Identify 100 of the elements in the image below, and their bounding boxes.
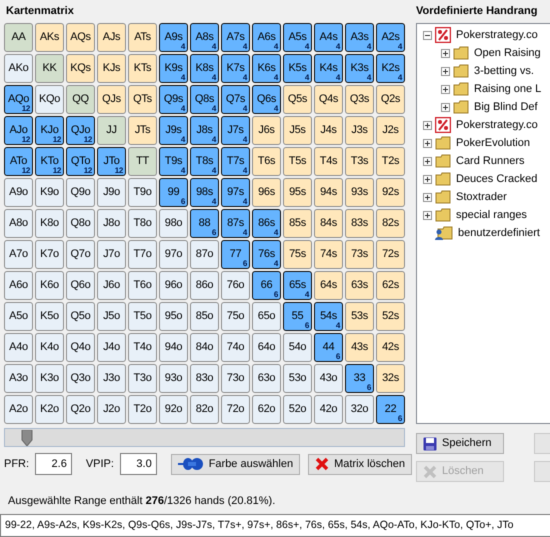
hand-cell[interactable]: 44 6 — [314, 333, 343, 362]
hand-cell[interactable]: T2s — [376, 147, 405, 176]
hand-cell[interactable]: 74o — [221, 333, 250, 362]
hand-cell[interactable]: J2o — [97, 395, 126, 424]
hand-cell[interactable]: 96o — [159, 271, 188, 300]
clear-button[interactable]: Matrix löschen — [308, 454, 412, 474]
hand-cell[interactable]: 73s — [345, 240, 374, 269]
hand-cell[interactable]: 63o — [252, 364, 281, 393]
hand-cell[interactable]: 62o — [252, 395, 281, 424]
tree-item[interactable]: Open Raising — [474, 44, 541, 62]
hand-cell[interactable]: ATo 12 — [4, 147, 33, 176]
hand-cell[interactable]: T3s — [345, 147, 374, 176]
hand-cell[interactable]: 64o — [252, 333, 281, 362]
hand-cell[interactable]: T5o — [128, 302, 157, 331]
hand-cell[interactable]: 72o — [221, 395, 250, 424]
hand-cell[interactable]: J2s — [376, 116, 405, 145]
hand-cell[interactable]: 66 6 — [252, 271, 281, 300]
hand-cell[interactable]: 77 6 — [221, 240, 250, 269]
hand-cell[interactable]: A7s 4 — [221, 23, 250, 52]
hand-cell[interactable]: 65o — [252, 302, 281, 331]
hand-cell[interactable]: 76s 4 — [252, 240, 281, 269]
hand-cell[interactable]: 96s — [252, 178, 281, 207]
expand-toggle[interactable] — [423, 138, 432, 148]
hand-cell[interactable]: 52o — [283, 395, 312, 424]
hand-cell[interactable]: ATs — [128, 23, 157, 52]
expand-toggle[interactable] — [423, 156, 432, 166]
hand-cell[interactable]: JTo 12 — [97, 147, 126, 176]
hand-cell[interactable]: J9s 4 — [159, 116, 188, 145]
hand-cell[interactable]: 92s — [376, 178, 405, 207]
hand-cell[interactable]: AJo 12 — [4, 116, 33, 145]
expand-toggle[interactable] — [423, 120, 432, 130]
tree-item[interactable]: Pokerstrategy.co — [456, 26, 538, 44]
hand-cell[interactable]: Q5o — [66, 302, 95, 331]
hand-cell[interactable]: J6o — [97, 271, 126, 300]
hand-cell[interactable]: 95o — [159, 302, 188, 331]
hand-cell[interactable]: K5s 4 — [283, 54, 312, 83]
hand-cell[interactable]: AKo — [4, 54, 33, 83]
hand-cell[interactable]: AQs — [66, 23, 95, 52]
hand-cell[interactable]: 98o — [159, 209, 188, 238]
hand-cell[interactable]: J7s 4 — [221, 116, 250, 145]
hand-cell[interactable]: J9o — [97, 178, 126, 207]
hand-cell[interactable]: K7s 4 — [221, 54, 250, 83]
hand-cell[interactable]: A2s 4 — [376, 23, 405, 52]
hand-cell[interactable]: 74s — [314, 240, 343, 269]
hand-cell[interactable]: 54o — [283, 333, 312, 362]
hand-cell[interactable]: QQ — [66, 85, 95, 114]
input-field[interactable]: 3.0 — [120, 453, 157, 475]
hand-cell[interactable]: 93s — [345, 178, 374, 207]
tree-item[interactable]: Stoxtrader — [456, 188, 507, 206]
expand-toggle[interactable] — [441, 102, 450, 112]
hand-cell[interactable]: 82o — [190, 395, 219, 424]
hand-cell[interactable]: 43o — [314, 364, 343, 393]
hand-cell[interactable]: AQo 12 — [4, 85, 33, 114]
expand-toggle[interactable] — [423, 174, 432, 184]
hand-cell[interactable]: 73o — [221, 364, 250, 393]
hand-cell[interactable]: KQs — [66, 54, 95, 83]
hand-cell[interactable]: 64s — [314, 271, 343, 300]
hand-cell[interactable]: 85o — [190, 302, 219, 331]
hand-cell[interactable]: 94s — [314, 178, 343, 207]
hand-cell[interactable]: 83o — [190, 364, 219, 393]
hand-cell[interactable]: J4o — [97, 333, 126, 362]
hand-cell[interactable]: K2s 4 — [376, 54, 405, 83]
hand-cell[interactable]: KJs — [97, 54, 126, 83]
hand-cell[interactable]: Q3s — [345, 85, 374, 114]
expand-toggle[interactable] — [423, 30, 432, 40]
hand-cell[interactable]: J8o — [97, 209, 126, 238]
hand-cell[interactable]: 22 6 — [376, 395, 405, 424]
hand-cell[interactable]: 32s — [376, 364, 405, 393]
hand-cell[interactable]: A9o — [4, 178, 33, 207]
hand-cell[interactable]: Q6o — [66, 271, 95, 300]
hand-cell[interactable]: J6s — [252, 116, 281, 145]
hand-cell[interactable]: J5o — [97, 302, 126, 331]
hand-cell[interactable]: A4o — [4, 333, 33, 362]
hand-cell[interactable]: 33 6 — [345, 364, 374, 393]
hand-cell[interactable]: K6o — [35, 271, 64, 300]
expand-toggle[interactable] — [423, 210, 432, 220]
hand-cell[interactable]: Q8s 4 — [190, 85, 219, 114]
hand-cell[interactable]: A8o — [4, 209, 33, 238]
hand-cell[interactable]: T5s — [283, 147, 312, 176]
hand-cell[interactable]: Q4s — [314, 85, 343, 114]
hand-cell[interactable]: T2o — [128, 395, 157, 424]
hand-cell[interactable]: KJo 12 — [35, 116, 64, 145]
expand-toggle[interactable] — [441, 48, 450, 58]
hand-cell[interactable]: K7o — [35, 240, 64, 269]
color-button[interactable]: Farbe auswählen — [170, 454, 300, 474]
hand-cell[interactable]: K8o — [35, 209, 64, 238]
hand-cell[interactable]: JJ — [97, 116, 126, 145]
hand-cell[interactable]: A2o — [4, 395, 33, 424]
hand-cell[interactable]: A4s 4 — [314, 23, 343, 52]
hand-cell[interactable]: Q7o — [66, 240, 95, 269]
hand-cell[interactable]: Q9o — [66, 178, 95, 207]
hand-cell[interactable]: Q7s 4 — [221, 85, 250, 114]
tree-item[interactable]: benutzerdefiniert — [458, 224, 540, 242]
hand-cell[interactable]: 75s — [283, 240, 312, 269]
hand-cell[interactable]: J8s 4 — [190, 116, 219, 145]
hand-cell[interactable]: 75o — [221, 302, 250, 331]
hand-cell[interactable]: QTs — [128, 85, 157, 114]
hand-cell[interactable]: 54s 4 — [314, 302, 343, 331]
hand-cell[interactable]: Q9s 4 — [159, 85, 188, 114]
hand-cell[interactable]: 42o — [314, 395, 343, 424]
